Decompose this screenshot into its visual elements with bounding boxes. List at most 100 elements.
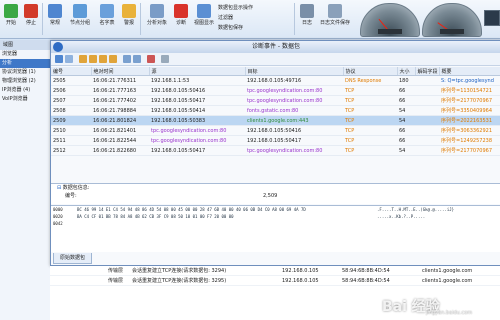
detail-header[interactable]: ⊟ 数据包信息: (51, 184, 500, 192)
nav-item-voip[interactable]: VoIP浏览器 (0, 95, 50, 104)
cell-no: 2510 (51, 125, 91, 136)
cell-mac: 58:94:6B:8B:4D:54 (340, 266, 420, 276)
node-group-button[interactable]: 节点分组 (66, 2, 94, 36)
settings-icon[interactable] (123, 55, 131, 63)
back-icon[interactable] (55, 55, 63, 63)
table-row-selected[interactable]: 2509 16:06:21.801824 192.168.0.105:50383… (51, 115, 500, 126)
cell-source: 192.168.1.1:53 (149, 75, 245, 86)
start-button[interactable]: 开始 (2, 2, 20, 36)
hex-offset: 0042 (53, 221, 63, 226)
cell-layer: 传输层 (106, 266, 130, 276)
cell-summary: 序列号=3350409964 (439, 105, 500, 116)
cell-time: 16:06:21.822544 (91, 135, 149, 146)
cell-decode (415, 85, 439, 96)
packet-detail-pane: ⊟ 数据包信息: 编号: 2,509 (51, 183, 500, 204)
cell-decode (415, 75, 439, 86)
separator (42, 3, 43, 35)
cell-destination: fonts.gstatic.com:80 (245, 105, 343, 116)
baidu-watermark-url: jingyan.baidu.com (426, 310, 473, 316)
separator (140, 3, 141, 35)
col-header-protocol[interactable]: 协议 (343, 67, 398, 76)
alarm-button[interactable]: 警报 (120, 2, 138, 36)
hex-line: 0042 (51, 220, 500, 227)
log-button[interactable]: 日志 (298, 2, 316, 36)
cell-protocol: DNS Response (343, 75, 397, 86)
cell-destination: 192.168.0.105:50417 (245, 135, 343, 146)
nav-item-ip[interactable]: IP浏览器 (4) (0, 86, 50, 95)
packet-save-item[interactable]: 数据包保存 (218, 23, 298, 33)
general-button[interactable]: 常规 (46, 2, 64, 36)
more-icon[interactable] (161, 55, 169, 63)
table-row[interactable]: 2507 16:06:21.777402 192.168.0.105:50417… (51, 95, 500, 106)
hex-ascii: .F....T..H.MT..E..(Gk@.@.....iJ} (377, 207, 455, 212)
table-row[interactable]: 2508 16:06:21.798884 192.168.0.105:50414… (51, 105, 500, 116)
diagnosis-packet-dialog: 诊断事件 - 数据包 编号 绝对时间 源 目标 协议 大小 解码字段 概要 25… (50, 40, 500, 266)
cell-no: 2511 (51, 135, 91, 146)
table-row[interactable]: 2512 16:06:21.822680 192.168.0.105:50417… (51, 145, 500, 156)
stop-button[interactable]: 停止 (22, 2, 40, 36)
main-toolbar: 开始 停止 常规 节点分组 名字表 警报 分析对象 诊断 视图显示 数据包显示操… (0, 0, 500, 39)
row-icon (50, 275, 106, 286)
forward-icon[interactable] (65, 55, 73, 63)
col-header-decode[interactable]: 解码字段 (415, 67, 440, 76)
packet-display-op[interactable]: 数据包显示操作 (218, 3, 298, 13)
table-row[interactable]: 2510 16:06:21.821401 tpc.googlesyndicati… (51, 125, 500, 136)
col-header-no[interactable]: 编号 (51, 67, 92, 76)
cell-decode (415, 95, 439, 106)
nav-item-protocol[interactable]: 协议浏览器 (1) (0, 68, 50, 77)
name-table-icon (100, 4, 114, 18)
cell-time: 16:06:21.821401 (91, 125, 149, 136)
row-icon (50, 266, 106, 276)
table-row[interactable]: 2505 16:06:21.776311 192.168.1.1:53 192.… (51, 75, 500, 86)
col-header-destination[interactable]: 目标 (245, 67, 344, 76)
filter-item[interactable]: 过滤器 (218, 13, 298, 23)
name-table-button[interactable]: 名字表 (96, 2, 118, 36)
view-display-button[interactable]: 视图显示 (192, 2, 216, 36)
cell-destination: clients1.google.com:443 (245, 115, 343, 126)
cell-destination: tpc.googlesyndication.com:80 (245, 85, 343, 96)
log-save-button[interactable]: 日志文件保存 (318, 2, 352, 36)
cell-decode (415, 135, 439, 146)
general-icon (48, 4, 62, 18)
hex-dump-pane[interactable]: 0000 BC 46 99 14 E1 C4 54 94 48 86 4D 54 … (51, 205, 500, 252)
nav-item-browser[interactable]: 浏览器 (0, 50, 50, 59)
list-item[interactable]: 传输层 会话重复建立TCP连接(请求数据包: 3294) 192.168.0.1… (50, 266, 500, 276)
log-save-icon (328, 4, 342, 18)
gauge-readout (378, 29, 402, 34)
detail-field-label: 编号: (65, 193, 77, 199)
nav-item-analysis[interactable]: 分析 (0, 59, 50, 68)
hex-offset: 0000 (53, 207, 63, 212)
detail-field-row[interactable]: 编号: 2,509 (51, 192, 500, 200)
cell-size: 66 (397, 135, 415, 146)
cell-size: 66 (397, 95, 415, 106)
list-view-icon[interactable] (89, 55, 97, 63)
grid-view-icon[interactable] (79, 55, 87, 63)
list-item[interactable]: 传输层 会话重复建立TCP连接(请求数据包: 3295) 192.168.0.1… (50, 275, 500, 286)
cell-protocol: TCP (343, 135, 397, 146)
tools-icon[interactable] (147, 55, 155, 63)
cell-protocol: TCP (343, 85, 397, 96)
cell-mac: 58:94:6B:8B:4D:54 (340, 275, 420, 286)
col-header-source[interactable]: 源 (149, 67, 246, 76)
diagnosis-button[interactable]: 诊断 (172, 2, 190, 36)
log-icon (300, 4, 314, 18)
hex-view-icon[interactable] (109, 55, 117, 63)
detail-view-icon[interactable] (99, 55, 107, 63)
col-header-time[interactable]: 绝对时间 (91, 67, 150, 76)
nav-item-physical[interactable]: 物理浏览器 (2) (0, 77, 50, 86)
cell-summary: 序列号=3063362921 (439, 125, 500, 136)
raw-packet-tab[interactable]: 原始数据包 (53, 253, 93, 264)
cell-protocol: TCP (343, 145, 397, 156)
export-icon[interactable] (133, 55, 141, 63)
cell-time: 16:06:21.822680 (91, 145, 149, 156)
detail-title: 数据包信息: (62, 185, 90, 191)
cell-time: 16:06:21.777163 (91, 85, 149, 96)
cell-source: 192.168.0.105:50383 (149, 115, 245, 126)
table-row[interactable]: 2511 16:06:21.822544 tpc.googlesyndicati… (51, 135, 500, 146)
col-header-summary[interactable]: 概要 (439, 67, 500, 76)
table-row[interactable]: 2506 16:06:21.777163 192.168.0.105:50416… (51, 85, 500, 96)
dialog-titlebar: 诊断事件 - 数据包 (51, 41, 500, 53)
col-header-size[interactable]: 大小 (397, 67, 416, 76)
analysis-object-button[interactable]: 分析对象 (144, 2, 170, 36)
cell-size: 66 (397, 85, 415, 96)
